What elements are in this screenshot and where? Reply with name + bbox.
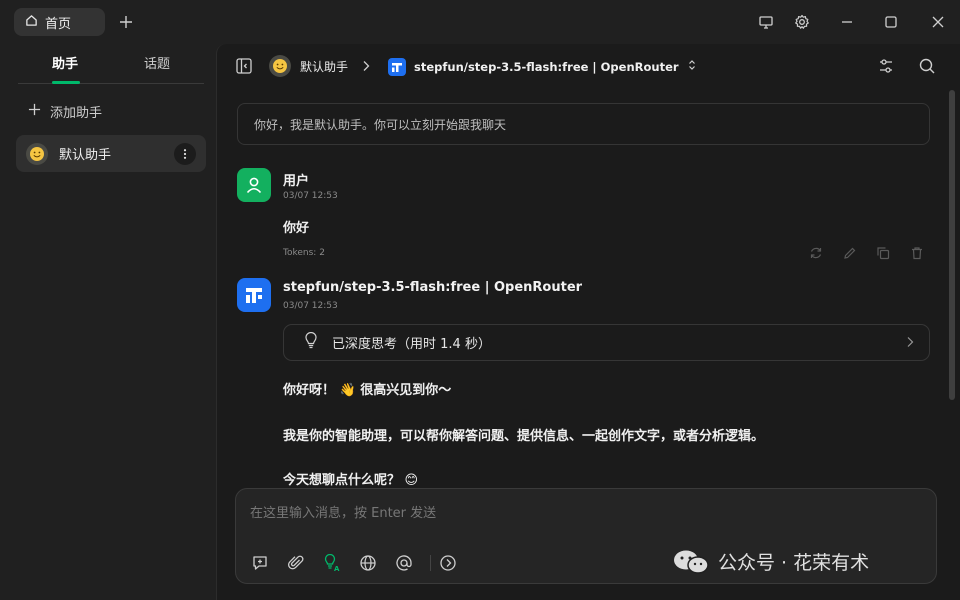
- user-name: 用户: [283, 174, 310, 189]
- plus-icon: [28, 103, 41, 120]
- mention-icon[interactable]: [394, 553, 414, 573]
- svg-text:A: A: [334, 565, 340, 572]
- new-tab-plus-icon[interactable]: [117, 13, 135, 31]
- user-message-text: 你好: [283, 221, 310, 236]
- model-selector[interactable]: stepfun/step-3.5-flash:free | OpenRouter: [388, 58, 697, 76]
- chat-header: 默认助手 stepfun/step-3.5-flash:free | OpenR…: [217, 44, 960, 90]
- settings-icon[interactable]: [793, 13, 811, 31]
- assistant-message-time: 03/07 12:53: [283, 301, 338, 311]
- sidebar-tabs: 助手 话题: [18, 44, 204, 84]
- maximize-icon[interactable]: [882, 13, 900, 31]
- assistant-model-name: stepfun/step-3.5-flash:free | OpenRouter: [283, 280, 583, 295]
- add-assistant-button[interactable]: 添加助手: [28, 102, 102, 121]
- thinking-collapse-button[interactable]: 已深度思考（用时 1.4 秒）: [283, 324, 930, 361]
- knowledge-base-icon[interactable]: A: [322, 553, 342, 573]
- header-assistant-name: 默认助手: [300, 59, 349, 74]
- title-bar: 首页: [0, 0, 960, 44]
- search-icon[interactable]: [918, 57, 936, 75]
- add-assistant-label: 添加助手: [50, 106, 103, 121]
- smiley-avatar-icon: [26, 142, 48, 165]
- tab-home[interactable]: 首页: [14, 8, 105, 36]
- header-model-name: stepfun/step-3.5-flash:free | OpenRouter: [414, 60, 679, 74]
- arrow-circle-right-icon[interactable]: [438, 553, 458, 573]
- tab-assistants[interactable]: 助手: [52, 53, 78, 72]
- assistant-name: 默认助手: [59, 148, 112, 163]
- regenerate-icon[interactable]: [808, 245, 824, 261]
- sidebar: 助手 话题 添加助手 默认助手: [0, 44, 216, 600]
- tab-home-label: 首页: [45, 16, 72, 32]
- sliders-icon[interactable]: [877, 57, 895, 75]
- watermark: 公众号 · 花荣有术: [672, 548, 869, 575]
- chevron-right-icon: [905, 336, 915, 352]
- assistant-line-3: 今天想聊点什么呢？ 😊: [283, 473, 419, 488]
- user-avatar-icon: [237, 168, 271, 202]
- stepfun-logo-icon: [388, 58, 406, 76]
- thinking-label: 已深度思考（用时 1.4 秒）: [332, 337, 491, 352]
- stepfun-avatar-icon: [237, 278, 271, 312]
- edit-icon[interactable]: [842, 245, 858, 261]
- toggle-sidebar-icon[interactable]: [235, 57, 253, 75]
- chevron-updown-icon: [687, 59, 697, 75]
- chevron-right-icon: [361, 60, 371, 72]
- assistant-line-2: 我是你的智能助理，可以帮你解答问题、提供信息、一起创作文字，或者分析逻辑。: [283, 429, 765, 444]
- active-tab-indicator: [52, 81, 80, 84]
- wechat-logo-icon: [672, 549, 710, 575]
- toolbar-divider: [430, 555, 431, 571]
- message-input[interactable]: [250, 501, 910, 525]
- attachment-icon[interactable]: [286, 553, 306, 573]
- watermark-text: 公众号 · 花荣有术: [718, 552, 870, 574]
- monitor-icon[interactable]: [757, 13, 775, 31]
- new-topic-icon[interactable]: [250, 553, 270, 573]
- assistant-selector[interactable]: 默认助手: [269, 55, 348, 77]
- assistant-item-default[interactable]: 默认助手: [16, 135, 206, 172]
- welcome-message: 你好，我是默认助手。你可以立刻开始跟我聊天: [237, 103, 930, 145]
- user-message-time: 03/07 12:53: [283, 191, 338, 201]
- lightbulb-icon: [304, 331, 318, 353]
- home-icon: [25, 14, 38, 31]
- close-icon[interactable]: [929, 13, 947, 31]
- minimize-icon[interactable]: [838, 13, 856, 31]
- tab-topics[interactable]: 话题: [144, 53, 170, 72]
- token-count: Tokens: 2: [283, 248, 325, 258]
- assistant-line-1: 你好呀！ 👋 很高兴见到你～: [283, 383, 452, 398]
- smiley-avatar-icon: [269, 55, 291, 77]
- scrollbar[interactable]: [949, 90, 955, 400]
- chat-main: 默认助手 stepfun/step-3.5-flash:free | OpenR…: [216, 44, 960, 600]
- copy-icon[interactable]: [875, 245, 891, 261]
- more-vertical-icon[interactable]: [174, 143, 196, 165]
- delete-icon[interactable]: [909, 245, 925, 261]
- globe-icon[interactable]: [358, 553, 378, 573]
